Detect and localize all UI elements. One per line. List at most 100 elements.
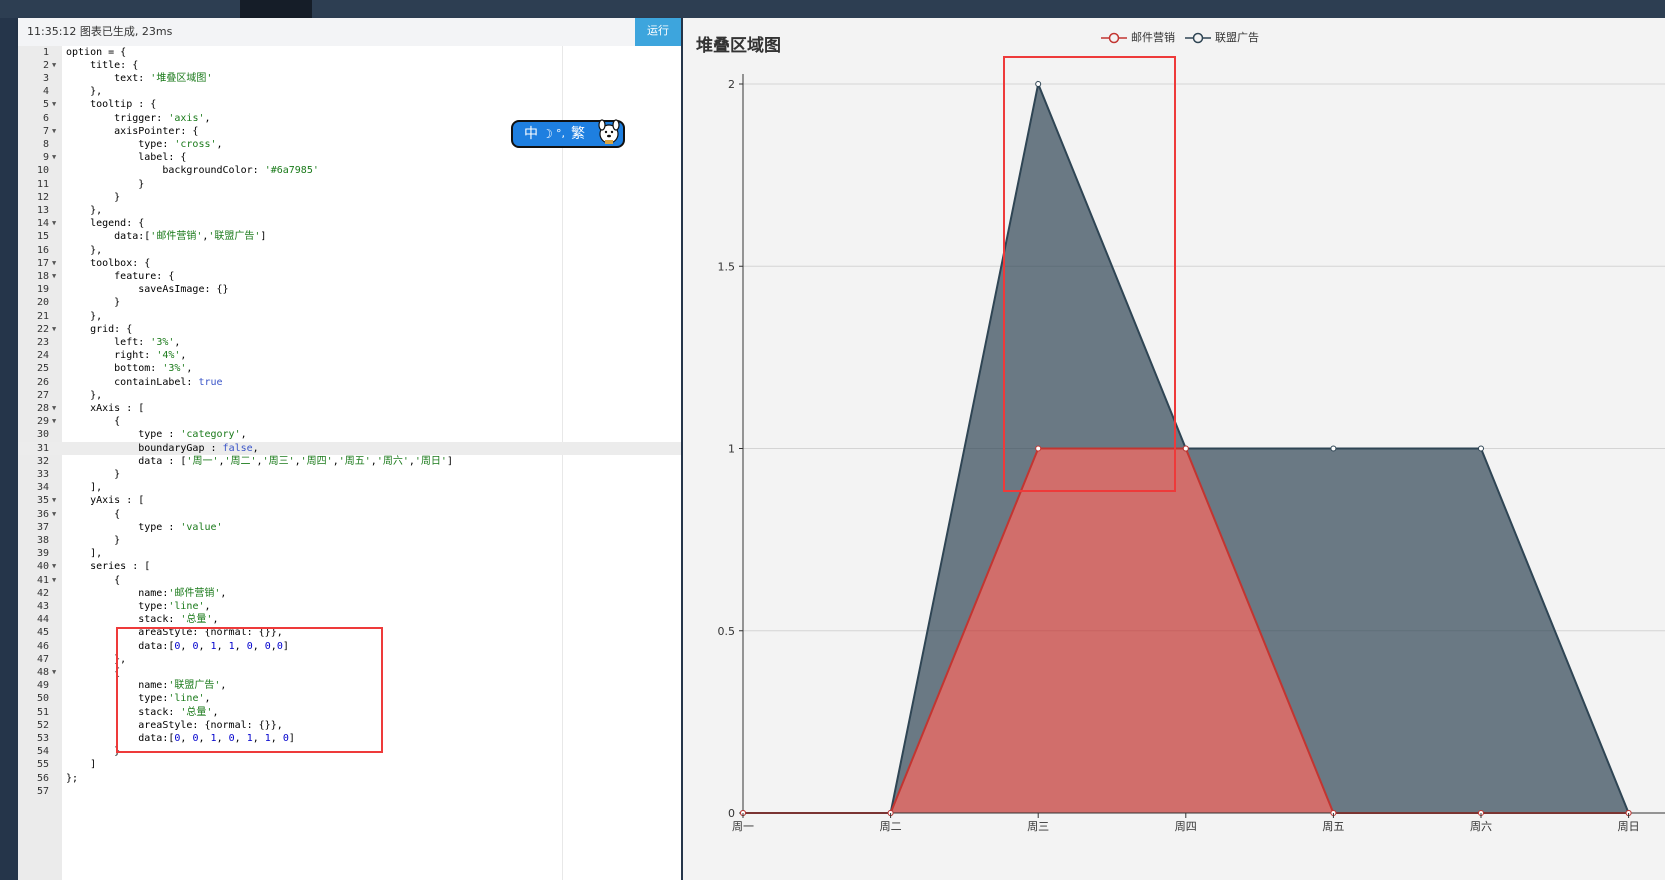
code-line[interactable]: 24 right: '4%', (18, 349, 681, 362)
line-number: 3 (42, 72, 49, 84)
line-number: 7 (42, 125, 49, 137)
code-line[interactable]: 31 boundaryGap : false, (18, 441, 681, 455)
line-number: 22 (36, 323, 49, 335)
fold-toggle-icon[interactable]: ▼ (52, 270, 56, 283)
run-button[interactable]: 运行 (635, 18, 681, 46)
code-line[interactable]: 16 }, (18, 244, 681, 257)
code-line[interactable]: 28 ▼ xAxis : [ (18, 402, 681, 415)
code-text: option = { (66, 46, 127, 58)
code-line[interactable]: 41 ▼ { (18, 574, 681, 587)
line-number: 49 (36, 680, 49, 692)
ime-widget[interactable]: 中 ☽ °, 繁 (511, 119, 625, 148)
data-point-affiliate[interactable] (1330, 445, 1337, 452)
code-line[interactable]: 20 } (18, 296, 681, 309)
line-number: 9 (42, 152, 49, 164)
fold-toggle-icon[interactable]: ▼ (52, 59, 56, 72)
code-line[interactable]: 13 }, (18, 204, 681, 217)
code-line[interactable]: 29 ▼ { (18, 415, 681, 428)
code-line[interactable]: 35 ▼ yAxis : [ (18, 494, 681, 507)
code-text: saveAsImage: {} (66, 284, 229, 296)
fold-toggle-icon[interactable]: ▼ (52, 574, 56, 587)
fold-toggle-icon[interactable]: ▼ (52, 494, 56, 507)
code-text: ], (66, 548, 103, 560)
code-line[interactable]: 33 } (18, 468, 681, 481)
line-number: 18 (36, 270, 49, 282)
code-line[interactable]: 19 saveAsImage: {} (18, 283, 681, 296)
code-line[interactable]: 1 option = { (18, 46, 681, 59)
code-area[interactable]: 1 option = {2 ▼ title: {3 text: '堆叠区域图' 4 }… (18, 46, 681, 880)
fold-toggle-icon[interactable]: ▼ (52, 323, 56, 336)
line-number: 17 (36, 257, 49, 269)
code-line[interactable]: 36 ▼ { (18, 508, 681, 521)
fold-toggle-icon[interactable]: ▼ (52, 257, 56, 270)
code-text: type: 'cross', (66, 138, 223, 150)
code-line[interactable]: 25 bottom: '3%', (18, 362, 681, 375)
code-line[interactable]: 14 ▼ legend: { (18, 217, 681, 230)
line-number: 2 (42, 59, 49, 71)
data-point-email[interactable] (1182, 445, 1189, 452)
active-tab-strip[interactable] (240, 0, 312, 18)
fold-toggle-icon[interactable]: ▼ (52, 666, 56, 679)
code-line[interactable]: 21 }, (18, 310, 681, 323)
fold-toggle-icon[interactable]: ▼ (52, 402, 56, 415)
code-line[interactable]: 43 type:'line', (18, 600, 681, 613)
code-line[interactable]: 17 ▼ toolbox: { (18, 257, 681, 270)
code-line[interactable]: 44 stack: '总量', (18, 613, 681, 626)
code-line[interactable]: 3 text: '堆叠区域图' (18, 72, 681, 85)
code-line[interactable]: 9 ▼ label: { (18, 151, 681, 164)
code-line[interactable]: 34 ], (18, 481, 681, 494)
code-text: feature: { (66, 270, 175, 282)
line-number: 53 (36, 732, 49, 744)
code-line[interactable]: 11 } (18, 178, 681, 191)
x-tick-label: 周六 (1470, 820, 1492, 833)
punctuation-icon[interactable]: °, (556, 122, 565, 146)
ime-mode-zh-label[interactable]: 中 (524, 122, 538, 146)
line-number: 14 (36, 218, 49, 230)
code-line[interactable]: 55 ] (18, 758, 681, 771)
line-number: 35 (36, 495, 49, 507)
code-line[interactable]: 12 } (18, 191, 681, 204)
line-number: 46 (36, 640, 49, 652)
code-line[interactable]: 18 ▼ feature: { (18, 270, 681, 283)
code-text: type : 'value' (66, 521, 223, 533)
code-text: { (66, 574, 121, 586)
code-text: name:'邮件营销', (66, 587, 227, 599)
code-text: series : [ (66, 561, 151, 573)
fold-toggle-icon[interactable]: ▼ (52, 508, 56, 521)
dog-mascot-icon[interactable] (595, 116, 623, 146)
code-line[interactable]: 32 data : ['周一','周二','周三','周四','周五','周六'… (18, 455, 681, 468)
code-text: stack: '总量', (66, 614, 219, 626)
fold-toggle-icon[interactable]: ▼ (52, 217, 56, 230)
fold-toggle-icon[interactable]: ▼ (52, 151, 56, 164)
code-line[interactable]: 27 }, (18, 389, 681, 402)
code-line[interactable]: 2 ▼ title: { (18, 59, 681, 72)
moon-icon[interactable]: ☽ (542, 122, 553, 146)
code-line[interactable]: 10 backgroundColor: '#6a7985' (18, 164, 681, 177)
code-line[interactable]: 22 ▼ grid: { (18, 323, 681, 336)
traditional-chinese-label[interactable]: 繁 (571, 122, 585, 146)
code-line[interactable]: 15 data:['邮件营销','联盟广告'] (18, 230, 681, 243)
code-line[interactable]: 38 } (18, 534, 681, 547)
code-line[interactable]: 56}; (18, 772, 681, 785)
code-line[interactable]: 23 left: '3%', (18, 336, 681, 349)
fold-toggle-icon[interactable]: ▼ (52, 560, 56, 573)
line-number: 23 (36, 336, 49, 348)
fold-toggle-icon[interactable]: ▼ (52, 415, 56, 428)
code-line[interactable]: 5 ▼ tooltip : { (18, 98, 681, 111)
code-text: } (66, 468, 121, 480)
code-line[interactable]: 30 type : 'category', (18, 428, 681, 441)
code-line[interactable]: 40 ▼ series : [ (18, 560, 681, 573)
fold-toggle-icon[interactable]: ▼ (52, 125, 56, 138)
fold-toggle-icon[interactable]: ▼ (52, 98, 56, 111)
code-line[interactable]: 26 containLabel: true (18, 376, 681, 389)
data-point-affiliate[interactable] (1478, 445, 1484, 452)
code-text: { (66, 416, 121, 428)
code-line[interactable]: 37 type : 'value' (18, 521, 681, 534)
line-number: 33 (36, 468, 49, 480)
editor-status-bar: 11:35:12 图表已生成, 23ms 运行 (18, 18, 681, 46)
code-line[interactable]: 4 }, (18, 85, 681, 98)
code-line[interactable]: 57 (18, 785, 681, 798)
code-line[interactable]: 42 name:'邮件营销', (18, 587, 681, 600)
line-number: 11 (36, 178, 49, 190)
code-line[interactable]: 39 ], (18, 547, 681, 560)
